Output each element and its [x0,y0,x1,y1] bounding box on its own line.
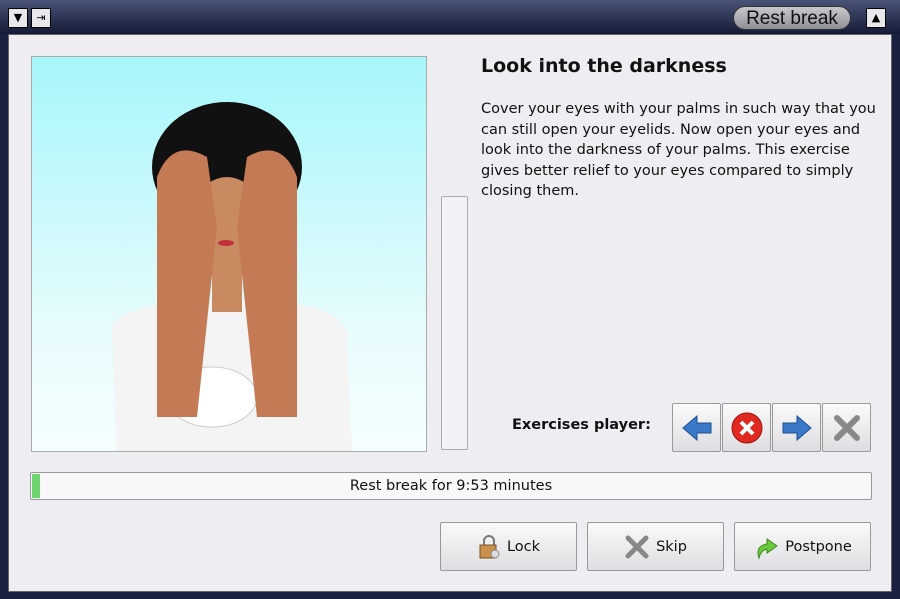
skip-button[interactable]: Skip [587,522,724,571]
pin-icon: ⇥ [36,11,46,24]
rest-progress-bar: Rest break for 9:53 minutes [30,472,872,500]
triangle-up-icon: ▲ [871,11,881,24]
title-bar: ▼ ⇥ Rest break ▲ [0,0,900,34]
triangle-down-icon: ▼ [13,11,23,24]
exercise-description: Cover your eyes with your palms in such … [481,101,876,199]
window-title: Rest break [733,6,851,30]
arrow-left-icon [681,414,711,441]
stop-exercise-button[interactable] [722,403,771,452]
next-exercise-button[interactable] [772,403,821,452]
stop-icon [731,412,762,443]
arrow-right-icon [782,414,812,441]
previous-exercise-button[interactable] [672,403,721,452]
exercises-player-label: Exercises player: [512,417,651,433]
postpone-label: Postpone [785,538,852,555]
skip-label: Skip [656,538,687,555]
exercise-image [31,56,427,452]
rest-break-window: Look into the darkness Cover your eyes w… [8,34,892,592]
maximize-button[interactable]: ▲ [866,8,886,28]
progress-text: Rest break for 9:53 minutes [349,478,553,494]
close-icon [833,414,860,441]
pin-button[interactable]: ⇥ [31,8,51,28]
lock-button[interactable]: Lock [440,522,577,571]
window-menu-button[interactable]: ▼ [8,8,28,28]
close-player-button[interactable] [822,403,871,452]
exercise-title: Look into the darkness [481,55,727,77]
skip-icon [625,535,649,558]
lock-icon [479,534,500,558]
postpone-icon [757,537,779,560]
postpone-button[interactable]: Postpone [734,522,871,571]
lock-label: Lock [506,538,541,555]
vertical-scrollbar[interactable] [441,196,468,450]
